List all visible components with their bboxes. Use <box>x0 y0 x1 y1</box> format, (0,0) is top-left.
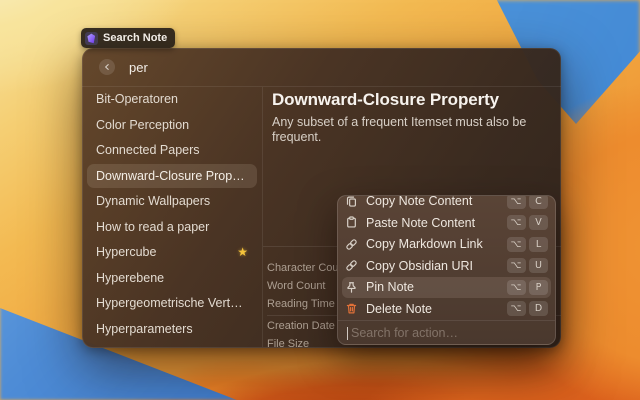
action-item-copy-note-content[interactable]: Copy Note Content ⌥ C <box>342 195 551 212</box>
action-item-delete-note[interactable]: Delete Note ⌥ D <box>342 298 551 320</box>
copy-icon <box>345 195 358 208</box>
trash-icon <box>345 302 358 315</box>
badge-label: Search Note <box>103 32 167 44</box>
action-menu: Copy Note Content ⌥ C Paste Note Content… <box>337 195 556 345</box>
sidebar-item-color-perception[interactable]: Color Perception <box>87 113 257 137</box>
search-input[interactable]: per <box>129 60 148 75</box>
action-search-placeholder: Search for action… <box>351 326 458 340</box>
notes-list: Bit-Operatoren Color Perception Connecte… <box>82 87 263 347</box>
note-title: Downward-Closure Property <box>272 90 549 109</box>
command-badge: Search Note <box>81 28 175 48</box>
sidebar-item-downward-closure-property[interactable]: Downward-Closure Property <box>87 164 257 188</box>
key-keycap: U <box>529 258 548 273</box>
search-bar: per <box>82 48 561 87</box>
sidebar-item-dynamic-wallpapers[interactable]: Dynamic Wallpapers <box>87 189 257 213</box>
key-keycap: L <box>529 237 548 252</box>
action-search-field[interactable]: Search for action… <box>338 321 555 346</box>
sidebar-item-hypercube[interactable]: Hypercube ★ <box>87 240 257 264</box>
link-icon <box>345 259 358 272</box>
modifier-keycap: ⌥ <box>507 215 526 230</box>
action-menu-list: Copy Note Content ⌥ C Paste Note Content… <box>338 195 555 320</box>
modifier-keycap: ⌥ <box>507 301 526 316</box>
sidebar-item-hyperebene[interactable]: Hyperebene <box>87 266 257 290</box>
sidebar-item-how-to-read-a-paper[interactable]: How to read a paper <box>87 215 257 239</box>
back-button[interactable] <box>99 59 115 75</box>
note-summary: Any subset of a frequent Itemset must al… <box>272 115 549 145</box>
action-item-copy-obsidian-uri[interactable]: Copy Obsidian URI ⌥ U <box>342 255 551 277</box>
text-caret <box>347 327 348 340</box>
modifier-keycap: ⌥ <box>507 195 526 209</box>
sidebar-item-connected-papers[interactable]: Connected Papers <box>87 138 257 162</box>
desktop: Search Note per Bit-Operatoren Color Per… <box>0 0 640 400</box>
action-item-paste-note-content[interactable]: Paste Note Content ⌥ V <box>342 212 551 234</box>
key-keycap: C <box>529 195 548 209</box>
action-item-pin-note[interactable]: Pin Note ⌥ P <box>342 277 551 299</box>
action-item-copy-markdown-link[interactable]: Copy Markdown Link ⌥ L <box>342 234 551 256</box>
sidebar-item-bit-operatoren[interactable]: Bit-Operatoren <box>87 87 257 111</box>
sidebar-item-hypergeometrische-verteilung[interactable]: Hypergeometrische Verteilung <box>87 291 257 315</box>
modifier-keycap: ⌥ <box>507 258 526 273</box>
star-icon: ★ <box>237 245 248 259</box>
key-keycap: V <box>529 215 548 230</box>
pin-icon <box>345 281 358 294</box>
obsidian-icon <box>85 32 98 45</box>
modifier-keycap: ⌥ <box>507 237 526 252</box>
modifier-keycap: ⌥ <box>507 280 526 295</box>
key-keycap: P <box>529 280 548 295</box>
key-keycap: D <box>529 301 548 316</box>
clipboard-icon <box>345 216 358 229</box>
link-icon <box>345 238 358 251</box>
sidebar-item-hyperparameters[interactable]: Hyperparameters <box>87 317 257 341</box>
